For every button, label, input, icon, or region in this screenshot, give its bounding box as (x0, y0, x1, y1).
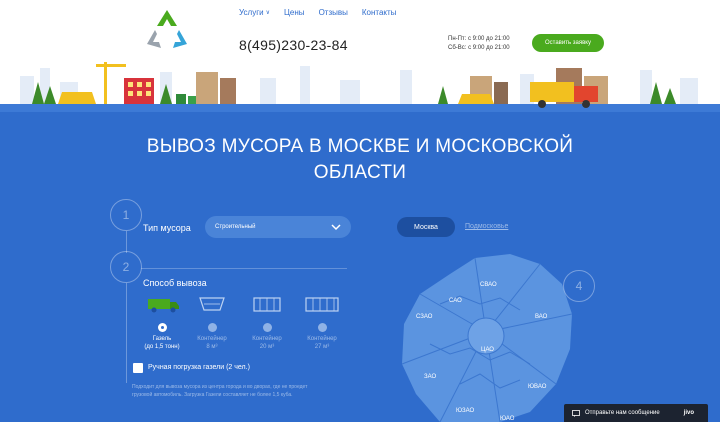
step-1-circle: 1 (110, 199, 142, 231)
district-sao[interactable]: САО (449, 298, 462, 304)
leave-request-button[interactable]: Оставить заявку (532, 34, 604, 52)
method-description: Подходит для вывоза мусора из центра гор… (132, 384, 308, 398)
chevron-down-icon: ∨ (265, 10, 271, 16)
step-connector (126, 231, 127, 253)
district-zao[interactable]: ЗАО (424, 374, 436, 380)
hours-weekend: Сб-Вс: с 9:00 до 21:00 (448, 45, 510, 51)
jivo-logo: jivo (683, 410, 694, 416)
method-label: Способ вывоза (143, 278, 207, 288)
section-divider (141, 268, 347, 269)
method-gazel[interactable]: Газель (до 1,5 тонн) (134, 296, 190, 351)
moscow-districts-map[interactable] (380, 244, 600, 422)
step-2-circle: 2 (110, 251, 142, 283)
skip-container-icon (199, 297, 225, 311)
manual-loading-checkbox[interactable] (133, 363, 143, 373)
district-cao[interactable]: ЦАО (481, 347, 494, 353)
phone-number[interactable]: 8(495)230-23-84 (239, 37, 348, 53)
roll-off-container-icon (253, 297, 281, 312)
district-yuvao[interactable]: ЮВАО (528, 384, 546, 390)
method-radio[interactable] (157, 323, 167, 332)
method-container-8[interactable]: Контейнер 8 м³ (184, 296, 240, 351)
method-radio[interactable] (317, 323, 327, 332)
method-radio[interactable] (207, 323, 217, 332)
main-nav: Услуги ∨ Цены Отзывы Контакты (239, 8, 396, 17)
gazel-truck-icon (148, 299, 179, 313)
city-skyline-illustration (0, 58, 720, 112)
district-svao[interactable]: СВАО (480, 282, 497, 288)
message-icon (572, 409, 580, 417)
hours-weekday: Пн-Пт: с 9:00 до 21:00 (448, 36, 510, 42)
district-vao[interactable]: ВАО (535, 314, 547, 320)
method-container-27[interactable]: Контейнер 27 м³ (294, 296, 350, 351)
step-4-circle: 4 (563, 270, 595, 302)
nav-reviews[interactable]: Отзывы (319, 8, 348, 17)
step-connector (126, 283, 127, 383)
working-hours: Пн-Пт: с 9:00 до 21:00 Сб-Вс: с 9:00 до … (448, 35, 510, 53)
recycle-logo-icon[interactable] (145, 8, 189, 50)
chat-label: Отправьте нам сообщение (585, 410, 660, 416)
tab-moscow-region[interactable]: Подмосковье (465, 223, 508, 230)
tab-moscow[interactable]: Москва (397, 217, 455, 237)
district-yuao[interactable]: ЮАО (500, 416, 514, 422)
waste-type-select[interactable]: Строительный (205, 216, 351, 238)
method-container-20[interactable]: Контейнер 20 м³ (239, 296, 295, 351)
nav-services[interactable]: Услуги ∨ (239, 8, 270, 17)
nav-prices[interactable]: Цены (284, 8, 305, 17)
district-yuzao[interactable]: ЮЗАО (456, 408, 474, 414)
nav-contacts[interactable]: Контакты (362, 8, 397, 17)
method-radio[interactable] (262, 323, 272, 332)
chevron-down-icon (331, 224, 341, 231)
roll-off-container-icon (305, 297, 339, 312)
site-header: Услуги ∨ Цены Отзывы Контакты 8(495)230-… (0, 0, 720, 112)
district-szao[interactable]: СЗАО (416, 314, 432, 320)
chat-widget[interactable]: Отправьте нам сообщение jivo (564, 404, 708, 422)
page-title: ВЫВОЗ МУСОРА В МОСКВЕ И МОСКОВСКОЙ ОБЛАС… (146, 136, 574, 183)
manual-loading-label[interactable]: Ручная погрузка газели (2 чел.) (148, 364, 250, 371)
waste-type-label: Тип мусора (143, 223, 191, 233)
